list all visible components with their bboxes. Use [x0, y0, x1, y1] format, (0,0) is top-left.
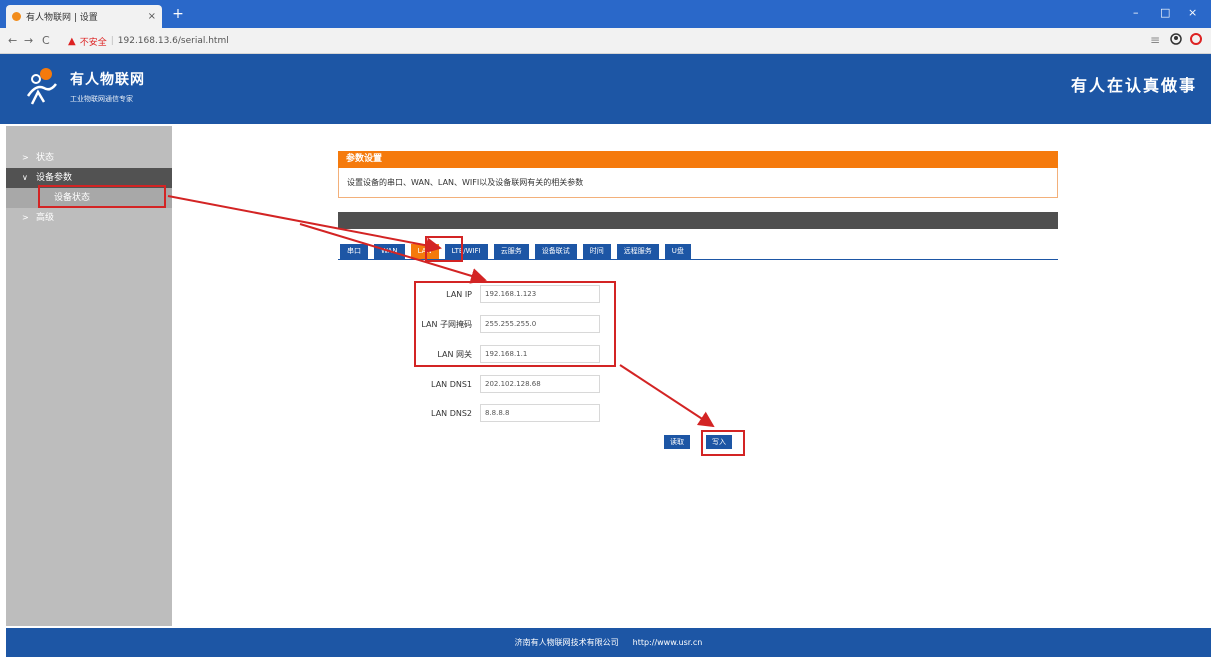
- tab-wan[interactable]: WAN: [374, 244, 405, 259]
- panel-description: 设置设备的串口、WAN、LAN、WIFI以及设备联网有关的相关参数: [338, 168, 1058, 198]
- browser-tab-title: 有人物联网 | 设置: [26, 13, 98, 23]
- tab-usb[interactable]: U盘: [664, 244, 691, 259]
- annotation-box-lan-tab: [425, 236, 463, 262]
- sidebar-item-label: 高级: [36, 213, 55, 223]
- main-content: [172, 126, 1211, 626]
- section-bar: [338, 212, 1058, 229]
- sidebar-item-status[interactable]: > 状态: [6, 148, 172, 168]
- url-separator: |: [110, 36, 114, 46]
- window-close-icon[interactable]: ×: [1188, 6, 1197, 19]
- lan-dns2-input[interactable]: 8.8.8.8: [480, 404, 600, 422]
- minimize-icon[interactable]: –: [1133, 6, 1139, 19]
- footer-company: 济南有人物联网技术有限公司: [514, 638, 619, 647]
- forward-icon[interactable]: →: [24, 34, 33, 47]
- chevron-down-icon: ∨: [22, 173, 28, 182]
- site-header: 有人物联网 工业物联网通信专家 有人在认真做事: [0, 54, 1211, 124]
- tab-cloud[interactable]: 云服务: [493, 244, 529, 259]
- annotation-box-fields: [414, 281, 616, 367]
- url-field[interactable]: ▲ 不安全 | 192.168.13.6/serial.html: [68, 33, 229, 49]
- opera-icon[interactable]: [1190, 33, 1202, 48]
- tab-time[interactable]: 时间: [582, 244, 611, 259]
- site-slogan: 有人在认真做事: [1070, 76, 1197, 95]
- tab-serial[interactable]: 串口: [340, 244, 368, 259]
- browser-tab[interactable]: 有人物联网 | 设置 ×: [6, 5, 162, 28]
- settings-tabs: 串口 WAN LAN LTE/WIFI 云服务 设备联试 时间 远程服务 U盘: [340, 244, 691, 259]
- chevron-right-icon: >: [22, 213, 29, 222]
- maximize-icon[interactable]: □: [1160, 6, 1170, 19]
- chevron-right-icon: >: [22, 153, 29, 162]
- sidebar-item-advanced[interactable]: > 高级: [6, 208, 172, 228]
- sidebar-item-label: 状态: [36, 153, 55, 163]
- lan-dns1-input[interactable]: 202.102.128.68: [480, 375, 600, 393]
- back-icon[interactable]: ←: [8, 34, 17, 47]
- tab-remote[interactable]: 远程服务: [616, 244, 659, 259]
- annotation-box-write: [701, 430, 745, 456]
- browser-addressbar: ← → C ▲ 不安全 | 192.168.13.6/serial.html ≡: [0, 28, 1211, 54]
- annotation-box-sidebar: [38, 185, 166, 208]
- browser-tabbar: 有人物联网 | 设置 × + – □ ×: [0, 0, 1211, 28]
- brand-name: 有人物联网: [70, 71, 145, 88]
- insecure-label: 不安全: [79, 37, 107, 48]
- account-icon[interactable]: [1170, 33, 1182, 48]
- site-logo[interactable]: 有人物联网 工业物联网通信专家: [24, 66, 145, 106]
- site-favicon-icon: [12, 12, 21, 21]
- site-footer: 济南有人物联网技术有限公司 http://www.usr.cn: [6, 628, 1211, 657]
- browser-window: 有人物联网 | 设置 × + – □ × ← → C ▲ 不安全 | 192.1…: [0, 0, 1211, 657]
- close-tab-icon[interactable]: ×: [148, 11, 156, 22]
- lan-dns2-label: LAN DNS2: [431, 408, 472, 418]
- logo-mark-icon: [24, 66, 60, 106]
- warning-icon: ▲: [68, 35, 76, 47]
- lan-dns1-label: LAN DNS1: [431, 379, 472, 389]
- new-tab-button[interactable]: +: [170, 6, 186, 22]
- tab-device-test[interactable]: 设备联试: [534, 244, 577, 259]
- brand-subtitle: 工业物联网通信专家: [70, 94, 133, 103]
- footer-url[interactable]: http://www.usr.cn: [633, 638, 703, 647]
- sidebar-item-label: 设备参数: [36, 173, 73, 183]
- panel-title: 参数设置: [338, 151, 1058, 168]
- menu-icon[interactable]: ≡: [1150, 33, 1160, 47]
- read-button[interactable]: 读取: [664, 435, 690, 449]
- reload-icon[interactable]: C: [42, 34, 50, 47]
- url-text: 192.168.13.6/serial.html: [117, 36, 229, 46]
- form-row-lan-dns2: LAN DNS2 8.8.8.8: [410, 404, 600, 422]
- brand-block: 有人物联网 工业物联网通信专家: [70, 69, 145, 104]
- form-row-lan-dns1: LAN DNS1 202.102.128.68: [410, 375, 600, 393]
